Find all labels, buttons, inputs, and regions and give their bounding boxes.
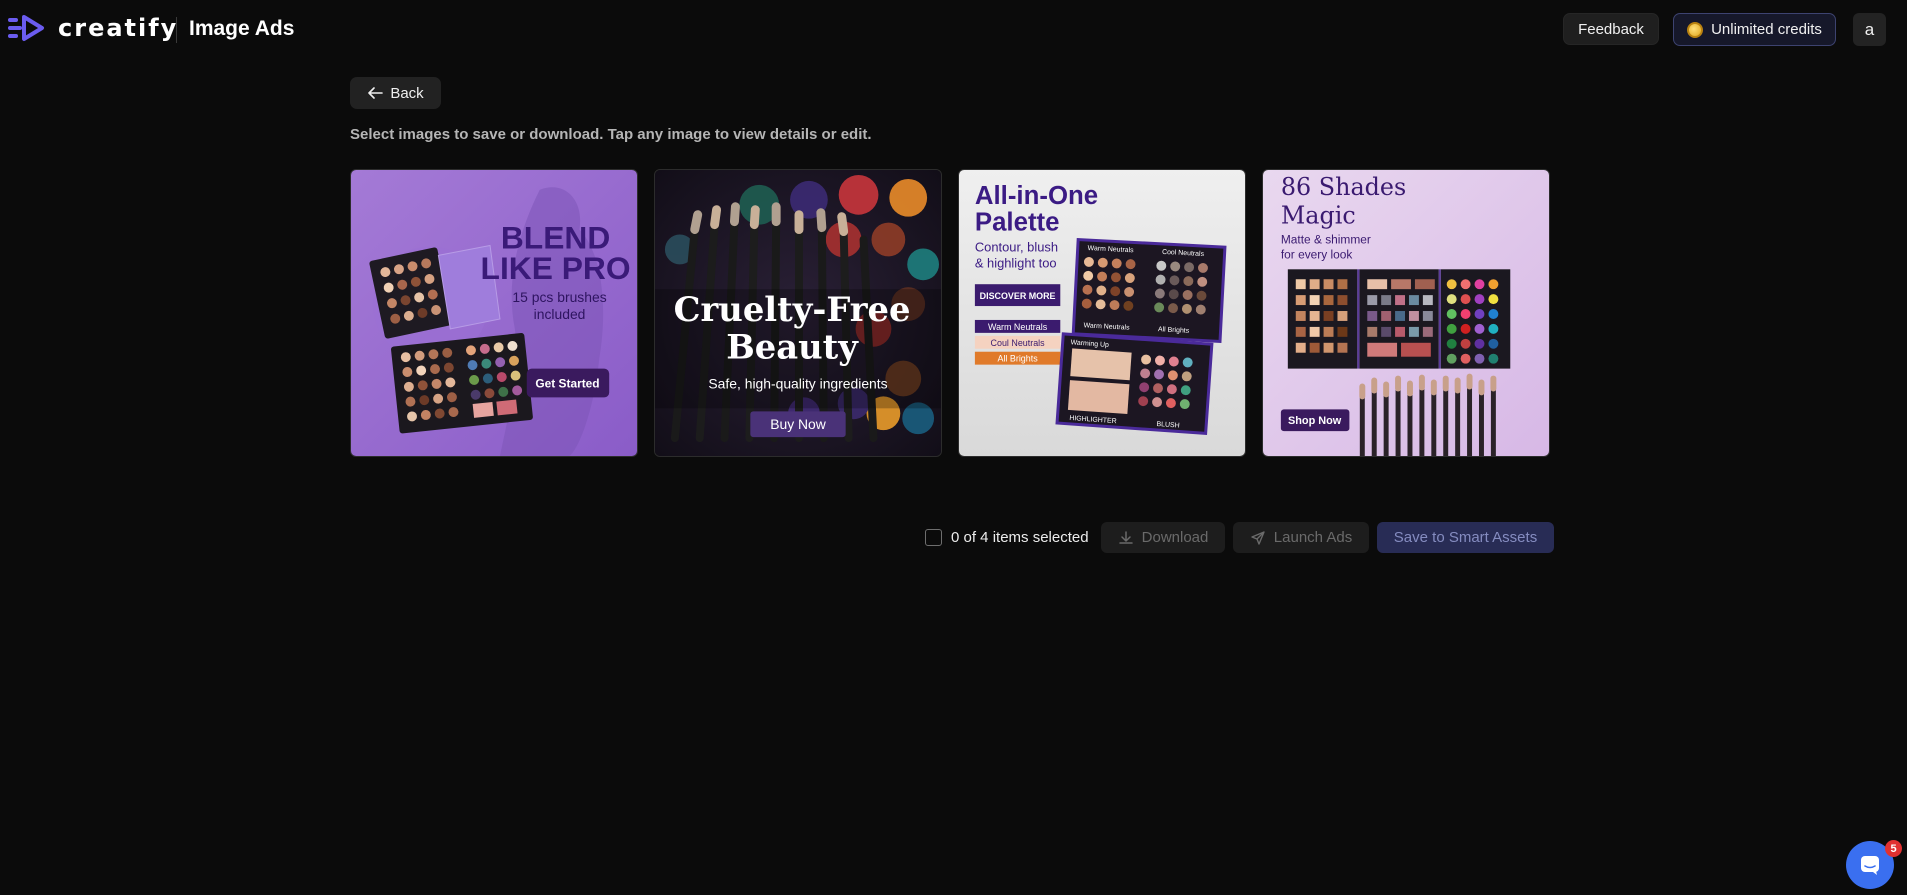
select-all-checkbox[interactable] [925,529,942,546]
save-to-smart-assets-button[interactable]: Save to Smart Assets [1377,522,1554,553]
selected-count: 0 of 4 items selected [951,529,1089,546]
ad2-cta: Buy Now [770,416,827,432]
credits-button[interactable]: Unlimited credits [1673,13,1836,46]
credits-label: Unlimited credits [1711,21,1822,38]
avatar[interactable]: a [1853,13,1886,46]
creatify-logo-icon [8,15,44,41]
send-icon [1251,530,1265,545]
ad1-headline-2: LIKE PRO [481,250,631,286]
ad4-cta: Shop Now [1288,415,1342,427]
arrow-left-icon [368,87,384,99]
launch-ads-label: Launch Ads [1273,529,1353,546]
ad-image-1: BLEND LIKE PRO 15 pcs brushes included G… [351,170,637,456]
creatify-logo[interactable]: creatify [8,14,178,42]
chat-icon [1861,856,1879,875]
download-button[interactable]: Download [1101,522,1225,553]
ad3-tag-2: Coul Neutrals [991,338,1046,348]
ad-image-3: All-in-One Palette Contour, blush & high… [959,170,1245,456]
ad4-sub-2: for every look [1281,247,1353,261]
chat-unread-badge: 5 [1885,840,1902,857]
ad2-sub: Safe, high-quality ingredients [708,375,887,391]
ad1-sub-2: included [534,306,586,322]
ad3-headline-1: All-in-One [975,182,1098,210]
ad-image-4: 86 Shades Magic Matte & shimmer for ever… [1263,170,1549,456]
ad3-headline-2: Palette [975,209,1060,237]
ad4-sub-1: Matte & shimmer [1281,232,1371,246]
ad-card-1[interactable]: BLEND LIKE PRO 15 pcs brushes included G… [350,169,638,457]
instructions-text: Select images to save or download. Tap a… [350,126,872,143]
ad2-headline-2: Beauty [726,327,859,367]
coin-icon [1687,21,1704,38]
header-divider [176,17,177,43]
ad-card-3[interactable]: All-in-One Palette Contour, blush & high… [958,169,1246,457]
ad-image-2: Cruelty-Free Beauty Safe, high-quality i… [655,170,941,456]
page-title: Image Ads [189,17,295,40]
brand-name: creatify [58,14,179,42]
feedback-button[interactable]: Feedback [1563,13,1659,45]
ad1-sub-1: 15 pcs brushes [512,289,606,305]
launch-ads-button[interactable]: Launch Ads [1233,522,1369,553]
top-bar: creatify Image Ads Feedback Unlimited cr… [0,0,1907,58]
ad2-headline-1: Cruelty-Free [674,289,911,329]
ad3-cta: DISCOVER MORE [980,291,1056,301]
ad3-sub-2: & highlight too [975,255,1057,270]
back-label: Back [390,84,424,102]
ad4-headline-2: Magic [1281,202,1356,230]
ad3-tag-1: Warm Neutrals [988,322,1048,332]
ad3-sub-1: Contour, blush [975,239,1058,254]
ad4-headline-1: 86 Shades [1281,173,1406,201]
back-button[interactable]: Back [350,77,441,109]
download-label: Download [1141,529,1209,546]
ad-card-2[interactable]: Cruelty-Free Beauty Safe, high-quality i… [654,169,942,457]
ad1-cta: Get Started [535,376,599,390]
download-icon [1118,530,1133,544]
ad-card-4[interactable]: 86 Shades Magic Matte & shimmer for ever… [1262,169,1550,457]
ad3-tag-3: All Brights [998,354,1039,364]
